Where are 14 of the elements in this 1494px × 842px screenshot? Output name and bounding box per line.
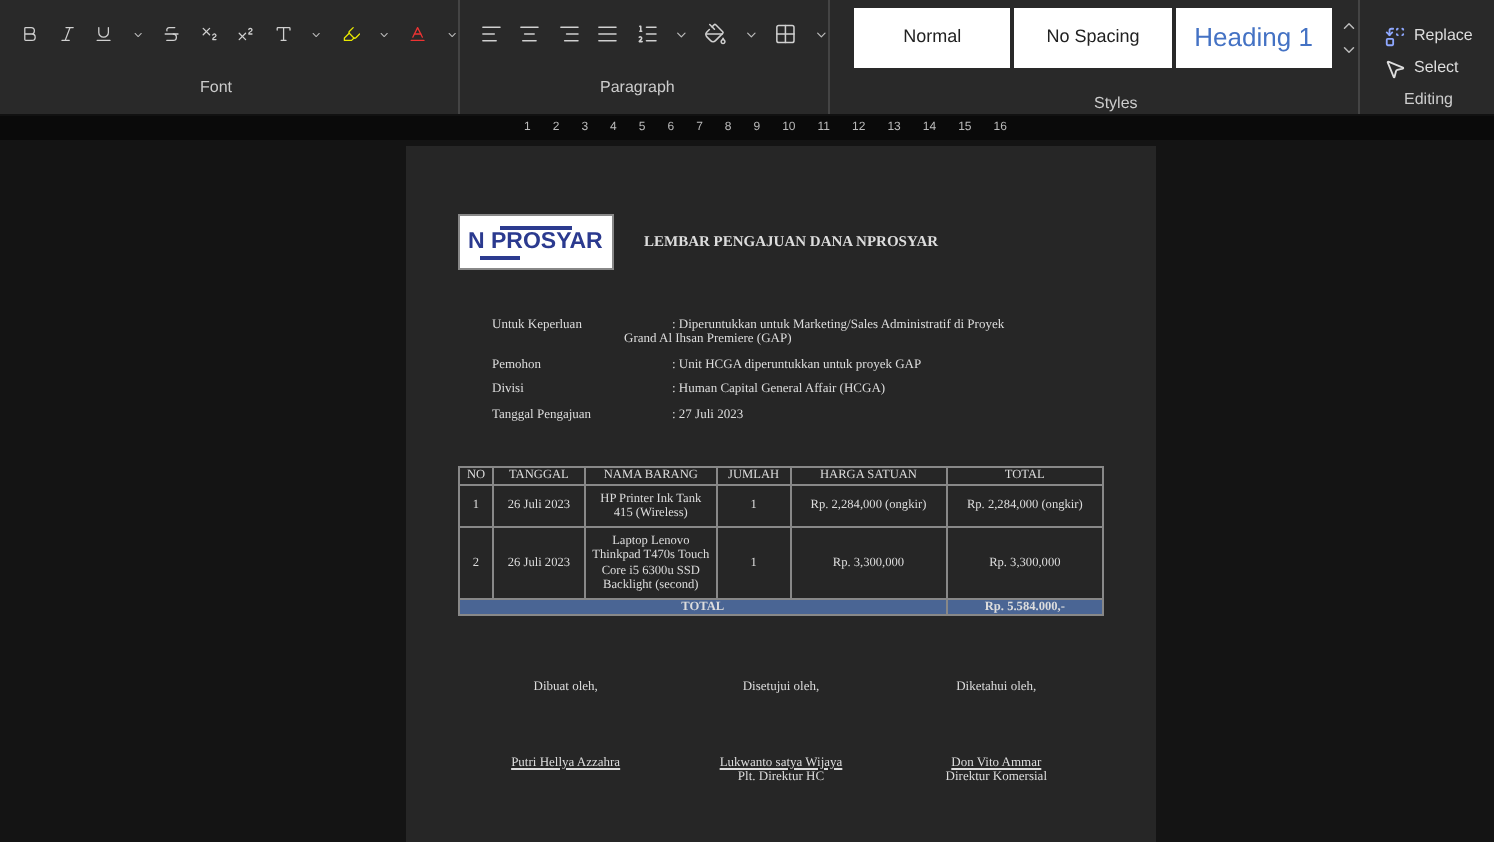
group-label: Styles (1094, 92, 1140, 116)
editing-button[interactable]: Replace (1384, 20, 1473, 52)
borders-icon[interactable] (774, 20, 798, 48)
style-option[interactable]: No Spacing (1014, 8, 1172, 68)
group-label: Editing (1404, 88, 1455, 112)
editing-button[interactable]: Select (1384, 52, 1473, 84)
logo: N PROSYAR (458, 214, 614, 270)
group-label: Paragraph (600, 76, 677, 100)
group-label: Font (200, 76, 235, 100)
style-option[interactable]: Normal (854, 8, 1011, 68)
replace-icon (1384, 25, 1406, 47)
shading-icon[interactable] (704, 20, 728, 48)
style-option[interactable]: Heading 1 (1175, 8, 1332, 68)
pointer-icon (1384, 57, 1406, 79)
